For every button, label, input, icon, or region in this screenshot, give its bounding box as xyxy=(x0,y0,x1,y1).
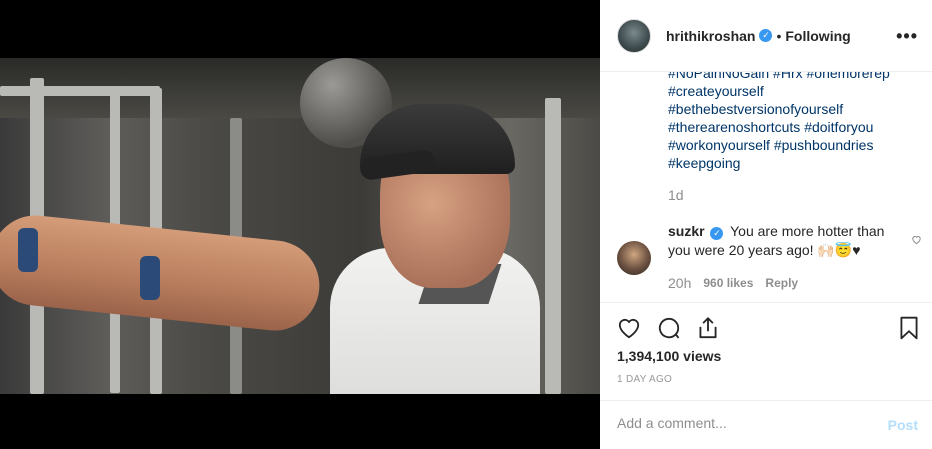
post-details-panel: hrithikroshan ✓ • Following ••• #NoPainN… xyxy=(600,0,932,449)
hashtag-line[interactable]: #bethebestversionofyourself xyxy=(668,100,918,118)
post-header: hrithikroshan ✓ • Following ••• xyxy=(600,0,932,72)
comment-time[interactable]: 20h xyxy=(668,275,691,291)
avatar[interactable] xyxy=(617,18,651,53)
heart-icon[interactable] xyxy=(911,234,922,248)
post-button[interactable]: Post xyxy=(888,417,918,433)
post-username[interactable]: hrithikroshan xyxy=(666,28,755,44)
heart-icon[interactable] xyxy=(616,315,642,341)
hashtag-line[interactable]: #keepgoing xyxy=(668,154,918,172)
verified-icon: ✓ xyxy=(759,29,773,42)
following-button[interactable]: Following xyxy=(785,28,850,44)
verified-icon: ✓ xyxy=(710,227,724,240)
actions-bar: 1,394,100 views 1 DAY AGO xyxy=(600,302,932,410)
hashtag-line[interactable]: #workonyourself #pushboundries xyxy=(668,136,918,154)
avatar[interactable] xyxy=(617,241,651,275)
separator-dot: • xyxy=(776,27,782,44)
hashtag-line[interactable]: #createyourself xyxy=(668,82,918,100)
view-count[interactable]: 1,394,100 views xyxy=(617,348,721,364)
caption-time[interactable]: 1d xyxy=(668,187,684,203)
hashtag-line[interactable]: #therearenoshortcuts #doitforyou xyxy=(668,118,918,136)
comment-input[interactable] xyxy=(617,415,867,431)
media-area[interactable] xyxy=(0,0,600,449)
post-video[interactable] xyxy=(0,58,600,394)
caption-hashtags: #NoPainNoGain #Hrx #onemorerep #createyo… xyxy=(668,72,918,172)
hashtag-line[interactable]: #NoPainNoGain #Hrx #onemorerep xyxy=(668,72,918,82)
cable-handle xyxy=(18,228,38,272)
post-date[interactable]: 1 DAY AGO xyxy=(617,374,672,385)
more-icon[interactable]: ••• xyxy=(896,26,918,47)
comments-list[interactable]: #NoPainNoGain #Hrx #onemorerep #createyo… xyxy=(600,72,932,302)
add-comment-bar: Post xyxy=(600,400,932,449)
share-icon[interactable] xyxy=(695,315,721,341)
cable-handle xyxy=(140,256,160,300)
instagram-post-modal: hrithikroshan ✓ • Following ••• #NoPainN… xyxy=(0,0,932,449)
comment-username[interactable]: suzkr xyxy=(668,223,705,239)
bookmark-icon[interactable] xyxy=(896,315,922,341)
person-arm xyxy=(0,210,324,336)
comment-icon[interactable] xyxy=(656,315,682,341)
comment-likes[interactable]: 960 likes xyxy=(703,276,753,290)
reply-button[interactable]: Reply xyxy=(765,276,798,290)
